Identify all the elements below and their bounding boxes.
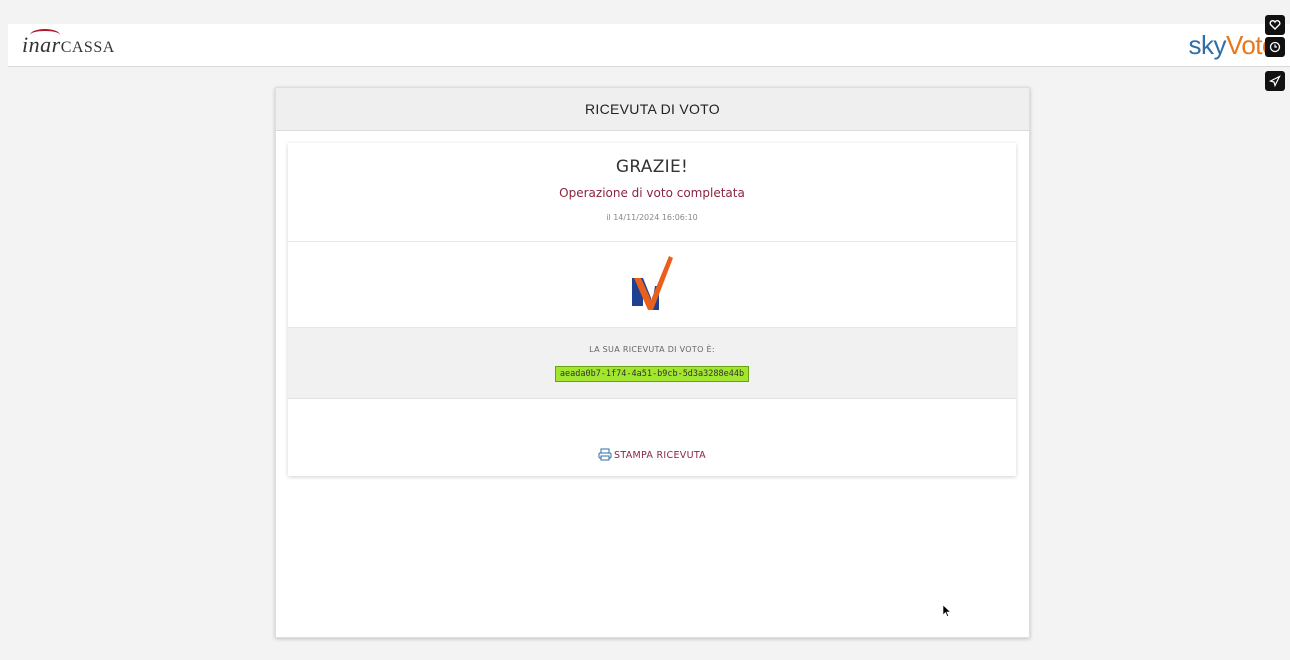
receipt-panel: GRAZIE! Operazione di voto completata il… (288, 143, 1016, 476)
print-label: STAMPA RICEVUTA (614, 450, 706, 461)
skyvoto-logo: skyVoto (1188, 30, 1276, 60)
card-title: RICEVUTA DI VOTO (276, 88, 1029, 131)
operation-message: Operazione di voto completata (559, 186, 745, 200)
receipt-card: RICEVUTA DI VOTO GRAZIE! Operazione di v… (275, 87, 1030, 638)
vote-check-icon (632, 256, 673, 310)
printer-icon (598, 448, 612, 461)
print-section: STAMPA RICEVUTA (288, 399, 1016, 462)
top-bar: inarCASSA skyVoto (8, 24, 1290, 67)
receipt-code: aeada0b7-1f74-4a51-b9cb-5d3a3288e44b (554, 366, 750, 382)
receipt-label: LA SUA RICEVUTA DI VOTO È: (589, 345, 715, 354)
thanks-section: GRAZIE! Operazione di voto completata il… (288, 143, 1016, 242)
mouse-cursor-icon (943, 605, 951, 617)
print-receipt-button[interactable]: STAMPA RICEVUTA (598, 448, 706, 461)
receipt-section: LA SUA RICEVUTA DI VOTO È: aeada0b7-1f74… (288, 328, 1016, 399)
clock-icon[interactable] (1265, 37, 1285, 57)
vote-timestamp: il 14/11/2024 16:06:10 (606, 213, 698, 222)
send-icon[interactable] (1265, 71, 1285, 91)
check-section (288, 242, 1016, 328)
thanks-heading: GRAZIE! (615, 157, 689, 177)
inarcassa-logo: inarCASSA (22, 29, 115, 58)
heart-icon[interactable] (1265, 15, 1285, 35)
